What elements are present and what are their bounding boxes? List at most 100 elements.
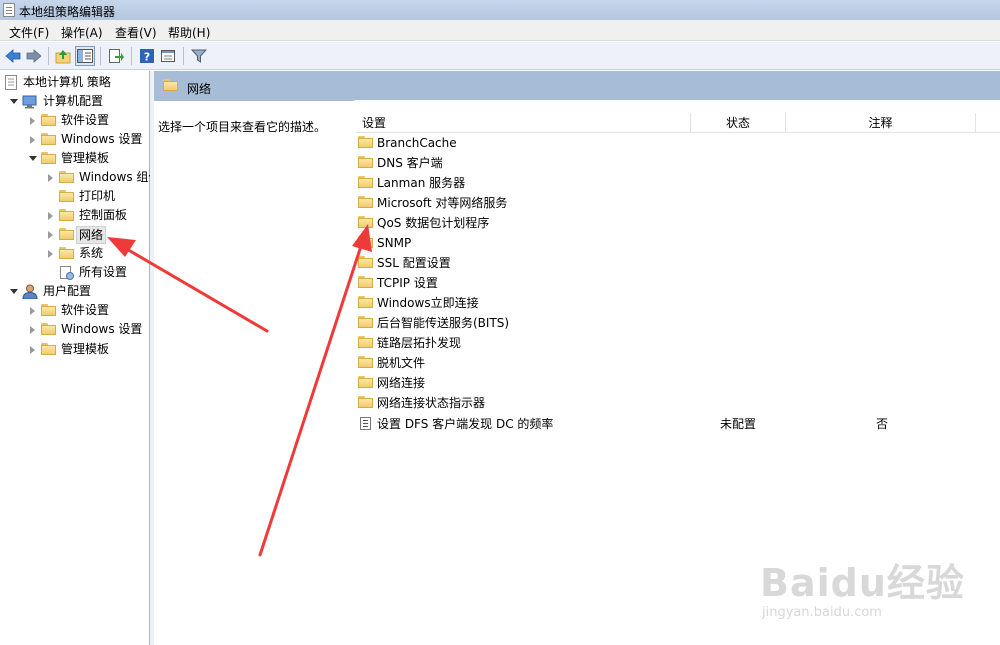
tree-label: 管理模板 (61, 342, 110, 356)
menu-file[interactable]: 文件(F) (9, 24, 49, 41)
folder-icon (358, 216, 373, 228)
folder-up-icon (55, 50, 71, 64)
item-name: Windows立即连接 (377, 296, 479, 310)
tree-label: Windows 组件 (79, 170, 150, 184)
folder-icon (41, 133, 56, 145)
item-name: TCPIP 设置 (377, 276, 438, 290)
properties-button[interactable] (158, 46, 178, 66)
window-title: 本地组策略编辑器 (19, 5, 116, 19)
item-name: DNS 客户端 (377, 156, 443, 170)
watermark-url: jingyan.baidu.com (762, 605, 882, 620)
item-name: 脱机文件 (377, 356, 426, 370)
expand-closed-icon[interactable] (30, 117, 35, 125)
toolbar-separator (131, 47, 132, 65)
folder-icon (41, 152, 56, 164)
item-comment: 否 (876, 417, 889, 431)
column-header-comment[interactable]: 注释 (786, 113, 976, 133)
user-icon (22, 284, 38, 299)
properties-icon (161, 50, 175, 62)
forward-button[interactable] (24, 46, 44, 66)
expand-open-icon[interactable] (29, 156, 37, 161)
item-name: Lanman 服务器 (377, 176, 466, 190)
item-name: 网络连接状态指示器 (377, 396, 486, 410)
folder-icon (358, 236, 373, 248)
folder-icon (358, 156, 373, 168)
folder-icon (358, 196, 373, 208)
expand-closed-icon[interactable] (48, 231, 53, 239)
expand-closed-icon[interactable] (30, 326, 35, 334)
expand-closed-icon[interactable] (48, 212, 53, 220)
watermark-logo: Baidu经验 (760, 561, 965, 605)
item-name: BranchCache (377, 136, 457, 150)
back-arrow-icon (5, 49, 21, 63)
details-header-title: 网络 (187, 82, 212, 96)
export-list-button[interactable] (106, 46, 126, 66)
tree-label: 用户配置 (43, 284, 92, 298)
column-header-setting[interactable]: 设置 (356, 113, 691, 133)
menu-action[interactable]: 操作(A) (61, 24, 103, 41)
folder-icon (358, 176, 373, 188)
show-hide-tree-button[interactable] (75, 46, 95, 66)
item-name: SNMP (377, 236, 412, 250)
app-icon (3, 3, 15, 17)
folder-icon (358, 276, 373, 288)
menu-view[interactable]: 查看(V) (115, 24, 157, 41)
expand-closed-icon[interactable] (48, 174, 53, 182)
toolbar-separator (100, 47, 101, 65)
folder-icon (41, 304, 56, 316)
folder-icon (358, 316, 373, 328)
folder-icon (59, 190, 74, 202)
red-arrow-to-list (258, 224, 372, 557)
expand-closed-icon[interactable] (30, 346, 35, 354)
expand-closed-icon[interactable] (30, 136, 35, 144)
folder-icon (41, 114, 56, 126)
folder-icon (358, 336, 373, 348)
watermark: Baidu经验 jingyan.baidu.com (760, 552, 965, 620)
column-header-state[interactable]: 状态 (691, 113, 786, 133)
item-state: 未配置 (720, 417, 757, 431)
pane-splitter[interactable] (150, 71, 154, 645)
item-name: 后台智能传送服务(BITS) (377, 316, 510, 330)
svg-text:?: ? (144, 51, 150, 64)
item-name: SSL 配置设置 (377, 256, 451, 270)
all-settings-icon (60, 266, 74, 280)
item-name: 网络连接 (377, 376, 426, 390)
tree-label: Windows 设置 (61, 132, 143, 146)
computer-icon (22, 95, 37, 109)
toolbar-separator (48, 47, 49, 65)
folder-icon (358, 256, 373, 268)
filter-button[interactable] (189, 46, 209, 66)
item-name: QoS 数据包计划程序 (377, 216, 490, 230)
expand-open-icon[interactable] (10, 99, 18, 104)
expand-closed-icon[interactable] (48, 250, 53, 258)
policy-setting-icon (360, 417, 371, 430)
folder-icon (59, 209, 74, 221)
tree-label: 软件设置 (61, 113, 110, 127)
tree-item-windows-components[interactable]: Windows 组件 (46, 168, 150, 187)
help-button[interactable]: ? (137, 46, 157, 66)
item-name: Microsoft 对等网络服务 (377, 196, 508, 210)
tree-label: 控制面板 (79, 208, 128, 222)
folder-icon (358, 356, 373, 368)
folder-icon (41, 343, 56, 355)
toolbar-separator (183, 47, 184, 65)
expand-open-icon[interactable] (10, 289, 18, 294)
list-item-setting[interactable]: 设置 DFS 客户端发现 DC 的频率 未配置 否 (358, 414, 918, 434)
item-name: 链路层拓扑发现 (377, 336, 462, 350)
up-one-level-button[interactable] (53, 46, 73, 66)
tree-label: 管理模板 (61, 151, 110, 165)
console-tree-icon (77, 49, 93, 63)
back-button[interactable] (3, 46, 23, 66)
expand-closed-icon[interactable] (30, 307, 35, 315)
menu-help[interactable]: 帮助(H) (168, 24, 210, 41)
details-header (154, 71, 1000, 101)
filter-funnel-icon (191, 49, 207, 63)
folder-icon (358, 136, 373, 148)
tree-label: 打印机 (79, 189, 116, 203)
description-text: 选择一个项目来查看它的描述。 (158, 120, 327, 134)
standard-tab-notch (347, 100, 1000, 110)
folder-icon (59, 247, 74, 259)
folder-icon (59, 171, 74, 183)
folder-icon (358, 296, 373, 308)
help-icon: ? (140, 49, 154, 64)
